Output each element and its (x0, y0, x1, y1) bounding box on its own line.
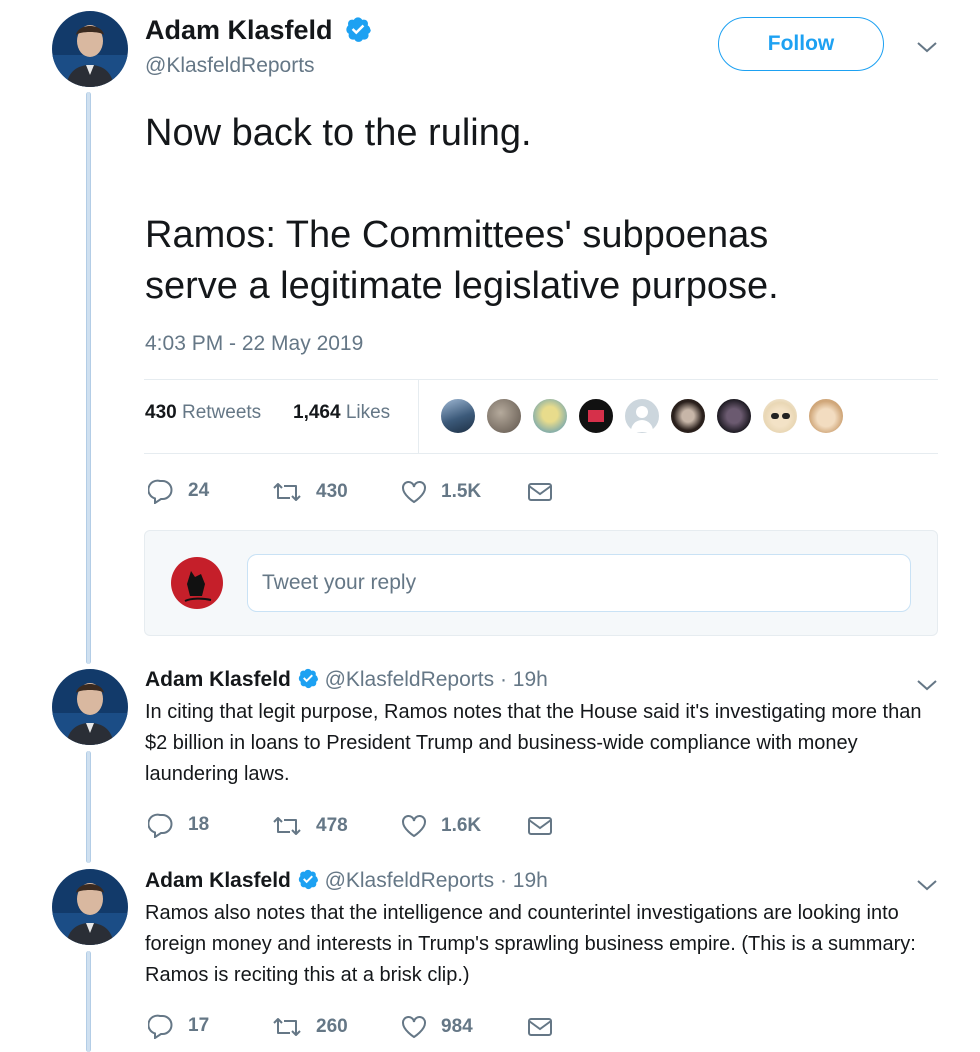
like-icon (401, 1015, 427, 1039)
liker-avatar[interactable] (623, 397, 661, 435)
retweet-action[interactable]: 478 (272, 814, 348, 838)
reply-header: Adam Klasfeld @KlasfeldReports · 19h (145, 668, 548, 692)
like-count: 1.6K (441, 815, 482, 836)
dm-action[interactable] (527, 815, 553, 837)
retweet-count: 260 (316, 1016, 348, 1037)
like-icon (401, 814, 427, 838)
retweets-stat[interactable]: 430 Retweets (145, 402, 261, 424)
like-action[interactable]: 1.6K (401, 814, 481, 838)
author-handle[interactable]: @KlasfeldReports (325, 869, 495, 892)
direct-message-icon (527, 481, 553, 503)
author-avatar[interactable] (52, 11, 128, 87)
reply-count: 17 (188, 1015, 210, 1036)
reply-icon (148, 478, 174, 504)
dm-action[interactable] (527, 481, 553, 503)
like-icon (401, 480, 427, 504)
likes-stat[interactable]: 1,464 Likes (293, 402, 390, 424)
like-action[interactable]: 984 (401, 1015, 473, 1039)
reply-count: 18 (188, 814, 210, 835)
liker-avatar[interactable] (439, 397, 477, 435)
reply-action[interactable]: 24 (148, 478, 209, 504)
reply-icon (148, 812, 174, 838)
liker-avatar[interactable] (669, 397, 707, 435)
reply-input[interactable]: Tweet your reply (247, 554, 911, 612)
verified-icon (344, 15, 372, 43)
tweet-timestamp[interactable]: 4:03 PM - 22 May 2019 (145, 332, 363, 356)
tweet-time[interactable]: · 19h (500, 668, 548, 691)
reply-icon (148, 1013, 174, 1039)
retweet-icon (272, 480, 302, 504)
reply-text: In citing that legit purpose, Ramos note… (145, 701, 922, 785)
verified-icon (297, 667, 319, 689)
stats-separator (418, 380, 419, 453)
like-count: 1.5K (441, 481, 482, 502)
reply-count: 24 (188, 480, 210, 501)
reply-composer: Tweet your reply (144, 530, 938, 636)
author-name[interactable]: Adam Klasfeld (145, 869, 291, 892)
liker-avatar[interactable] (577, 397, 615, 435)
divider (144, 453, 938, 454)
chevron-down-icon[interactable] (916, 40, 938, 54)
reply-action[interactable]: 17 (148, 1013, 209, 1039)
retweet-icon (272, 814, 302, 838)
reply-action[interactable]: 18 (148, 812, 209, 838)
liker-avatar[interactable] (715, 397, 753, 435)
retweets-count: 430 (145, 402, 177, 423)
likes-label: Likes (345, 402, 391, 423)
divider (144, 379, 938, 380)
author-name-row[interactable]: Adam Klasfeld (145, 15, 372, 46)
thread-line (86, 951, 91, 1052)
direct-message-icon (527, 815, 553, 837)
current-user-avatar (171, 557, 223, 609)
retweet-action[interactable]: 260 (272, 1015, 348, 1039)
tweet-time[interactable]: · 19h (500, 869, 548, 892)
thread-line (86, 92, 91, 664)
retweets-label: Retweets (181, 402, 262, 423)
retweet-count: 430 (316, 481, 348, 502)
verified-icon (297, 868, 319, 890)
liker-avatar[interactable] (761, 397, 799, 435)
author-name[interactable]: Adam Klasfeld (145, 668, 291, 691)
author-handle[interactable]: @KlasfeldReports (145, 54, 315, 78)
follow-button[interactable]: Follow (718, 17, 884, 71)
chevron-down-icon[interactable] (916, 878, 938, 892)
thread-line (86, 751, 91, 863)
liker-avatar[interactable] (531, 397, 569, 435)
direct-message-icon (527, 1016, 553, 1038)
retweet-action[interactable]: 430 (272, 480, 348, 504)
author-avatar[interactable] (52, 669, 128, 745)
dm-action[interactable] (527, 1016, 553, 1038)
author-name[interactable]: Adam Klasfeld (145, 15, 333, 45)
author-handle[interactable]: @KlasfeldReports (325, 668, 495, 691)
liker-avatar[interactable] (807, 397, 845, 435)
like-count: 984 (441, 1016, 473, 1037)
tweet-text-line1: Now back to the ruling. (145, 112, 532, 154)
liker-avatar[interactable] (485, 397, 523, 435)
author-avatar[interactable] (52, 869, 128, 945)
tweet-text-line3: serve a legitimate legislative purpose. (145, 265, 779, 307)
tweet-text-line2: Ramos: The Committees' subpoenas (145, 214, 769, 256)
chevron-down-icon[interactable] (916, 678, 938, 692)
retweet-count: 478 (316, 815, 348, 836)
reply-text: Ramos also notes that the intelligence a… (145, 902, 916, 986)
retweet-icon (272, 1015, 302, 1039)
reply-header: Adam Klasfeld @KlasfeldReports · 19h (145, 869, 548, 893)
likes-count: 1,464 (293, 402, 341, 423)
like-action[interactable]: 1.5K (401, 480, 481, 504)
